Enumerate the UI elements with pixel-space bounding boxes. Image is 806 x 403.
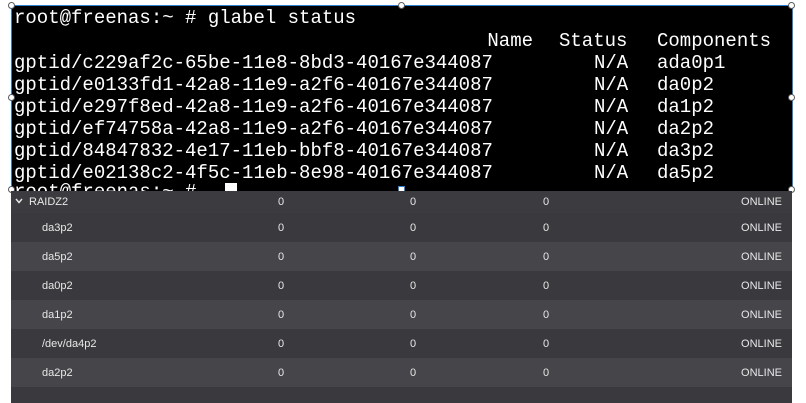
row-name: gptid/ef74758a-42a8-11e9-a2f6-40167e3440…	[14, 118, 493, 140]
header-status: Status	[559, 30, 628, 52]
disk-checksum-errors: 0	[542, 337, 550, 350]
disk-read-errors: 0	[277, 337, 285, 350]
disk-write-errors: 0	[409, 279, 417, 292]
row-component: da5p2	[657, 162, 715, 184]
terminal-row: gptid/ef74758a-42a8-11e9-a2f6-40167e3440…	[14, 118, 789, 140]
disk-checksum-errors: 0	[542, 308, 550, 321]
disk-checksum-errors: 0	[542, 250, 550, 263]
row-status: N/A	[594, 140, 629, 162]
vdev-name: RAIDZ2	[29, 196, 69, 208]
row-component: ada0p1	[657, 52, 726, 74]
terminal-row: gptid/c229af2c-65be-11e8-8bd3-40167e3440…	[14, 52, 789, 74]
terminal-header-row: Name Status Components	[11, 30, 786, 52]
disk-read-errors: 0	[277, 250, 285, 263]
vdev-write-errors: 0	[409, 196, 417, 208]
row-status: N/A	[594, 96, 629, 118]
terminal-screenshot: root@freenas:~ # glabel status Name Stat…	[11, 5, 792, 191]
row-name: gptid/84847832-4e17-11eb-bbf8-40167e3440…	[14, 140, 493, 162]
row-component: da3p2	[657, 140, 715, 162]
disk-row[interactable]: da2p2 0 0 0 ONLINE	[11, 358, 792, 387]
disk-status: ONLINE	[741, 308, 782, 321]
disk-write-errors: 0	[409, 366, 417, 379]
disk-row[interactable]: da3p2 0 0 0 ONLINE	[11, 213, 792, 242]
vdev-status: ONLINE	[741, 196, 782, 208]
terminal-row: gptid/e0133fd1-42a8-11e9-a2f6-40167e3440…	[14, 74, 789, 96]
disk-row[interactable]: da1p2 0 0 0 ONLINE	[11, 300, 792, 329]
disk-status: ONLINE	[741, 366, 782, 379]
disk-status: ONLINE	[741, 337, 782, 350]
vdev-read-errors: 0	[277, 196, 285, 208]
disk-status: ONLINE	[741, 221, 782, 234]
terminal-row: gptid/84847832-4e17-11eb-bbf8-40167e3440…	[14, 140, 789, 162]
disk-name: da5p2	[42, 250, 73, 263]
terminal-row: gptid/e297f8ed-42a8-11e9-a2f6-40167e3440…	[14, 96, 789, 118]
disk-checksum-errors: 0	[542, 366, 550, 379]
disk-name: da3p2	[42, 221, 73, 234]
disk-read-errors: 0	[277, 279, 285, 292]
disk-write-errors: 0	[409, 250, 417, 263]
disk-name: /dev/da4p2	[42, 337, 97, 350]
chevron-down-icon[interactable]	[15, 197, 23, 205]
terminal-command: root@freenas:~ # glabel status	[14, 7, 357, 29]
resize-handle-middle-right[interactable]	[788, 94, 795, 101]
terminal-next-prompt: root@freenas:~ #	[14, 181, 196, 191]
pool-status-table: RAIDZ2 0 0 0 ONLINE da3p2 0 0 0 ONLINE da5p2 0…	[11, 191, 792, 403]
row-status: N/A	[594, 74, 629, 96]
disk-name: da0p2	[42, 279, 73, 292]
header-components: Components	[657, 30, 772, 52]
resize-handle-top-center[interactable]	[398, 2, 405, 9]
row-component: da1p2	[657, 96, 715, 118]
disk-row[interactable]: da5p2 0 0 0 ONLINE	[11, 242, 792, 271]
disk-write-errors: 0	[409, 337, 417, 350]
disk-write-errors: 0	[409, 308, 417, 321]
disk-status: ONLINE	[741, 279, 782, 292]
row-status: N/A	[594, 118, 629, 140]
resize-handle-top-left[interactable]	[8, 2, 15, 9]
row-component: da2p2	[657, 118, 715, 140]
disk-checksum-errors: 0	[542, 221, 550, 234]
resize-handle-top-right[interactable]	[788, 2, 795, 9]
disk-read-errors: 0	[277, 366, 285, 379]
row-name: gptid/c229af2c-65be-11e8-8bd3-40167e3440…	[14, 52, 493, 74]
disk-status: ONLINE	[741, 250, 782, 263]
disk-name: da2p2	[42, 366, 73, 379]
disk-read-errors: 0	[277, 221, 285, 234]
disk-name: da1p2	[42, 308, 73, 321]
disk-write-errors: 0	[409, 221, 417, 234]
row-component: da0p2	[657, 74, 715, 96]
vdev-checksum-errors: 0	[542, 196, 550, 208]
row-name: gptid/e0133fd1-42a8-11e9-a2f6-40167e3440…	[14, 74, 493, 96]
disk-row[interactable]: /dev/da4p2 0 0 0 ONLINE	[11, 329, 792, 358]
disk-read-errors: 0	[277, 308, 285, 321]
vdev-row-raidz2[interactable]: RAIDZ2 0 0 0 ONLINE	[11, 191, 792, 213]
disk-row[interactable]: da0p2 0 0 0 ONLINE	[11, 271, 792, 300]
row-status: N/A	[594, 52, 629, 74]
row-name: gptid/e297f8ed-42a8-11e9-a2f6-40167e3440…	[14, 96, 493, 118]
terminal-cursor	[225, 183, 237, 191]
disk-checksum-errors: 0	[542, 279, 550, 292]
header-name: Name	[487, 30, 533, 52]
resize-handle-middle-left[interactable]	[8, 94, 15, 101]
row-status: N/A	[594, 162, 629, 184]
